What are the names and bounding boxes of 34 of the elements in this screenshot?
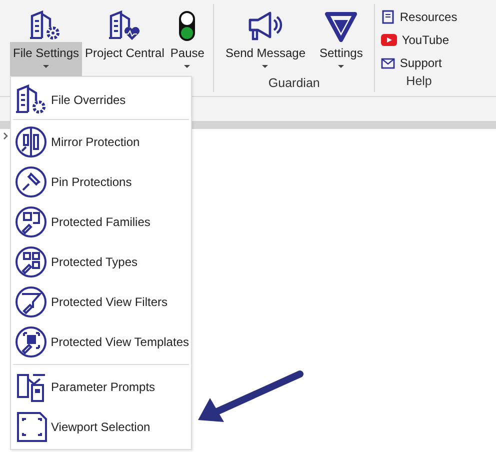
help-link[interactable]: Resources xyxy=(380,8,458,25)
help-link[interactable]: Support xyxy=(380,54,458,71)
ribbon-button[interactable]: Project Central xyxy=(82,42,168,76)
building-heart-icon xyxy=(108,10,142,42)
pushpin-icon xyxy=(15,166,47,198)
ribbon-button[interactable]: File Settings xyxy=(10,42,82,76)
group-label: Help xyxy=(405,74,433,90)
grid-pencil-icon xyxy=(15,246,47,278)
menu-item[interactable]: Mirror Protection xyxy=(13,122,189,162)
grid-pencil-icon xyxy=(15,206,47,238)
menu-item[interactable]: Protected Types xyxy=(13,242,189,282)
menu-item[interactable]: Protected Families xyxy=(13,202,189,242)
ribbon-button[interactable]: Pause xyxy=(167,42,208,76)
group-label: Guardian xyxy=(267,76,321,92)
filter-pencil-icon xyxy=(15,286,47,318)
help-link[interactable]: YouTube xyxy=(380,31,458,48)
mirror-icon xyxy=(15,126,47,158)
menu-item[interactable]: Protected View Templates xyxy=(13,322,189,362)
viewport-icon xyxy=(15,411,49,443)
menu-item[interactable]: File Overrides xyxy=(13,81,189,119)
megaphone-icon xyxy=(247,10,284,42)
shield-icon xyxy=(324,10,358,42)
menu-item[interactable]: Parameter Prompts xyxy=(13,367,189,407)
traffic-light-icon xyxy=(178,10,196,42)
chevron-icon[interactable] xyxy=(3,132,9,140)
menu-item[interactable]: Viewport Selection xyxy=(13,407,189,447)
book-icon xyxy=(380,10,395,24)
ribbon-button[interactable]: Settings xyxy=(316,42,366,76)
ribbon-button[interactable]: Send Message xyxy=(222,42,308,76)
menu-item[interactable]: Protected View Filters xyxy=(13,282,189,322)
video-play-icon xyxy=(380,34,397,46)
menu-item[interactable]: Pin Protections xyxy=(13,162,189,202)
template-pencil-icon xyxy=(15,326,47,358)
envelope-icon xyxy=(380,56,395,68)
